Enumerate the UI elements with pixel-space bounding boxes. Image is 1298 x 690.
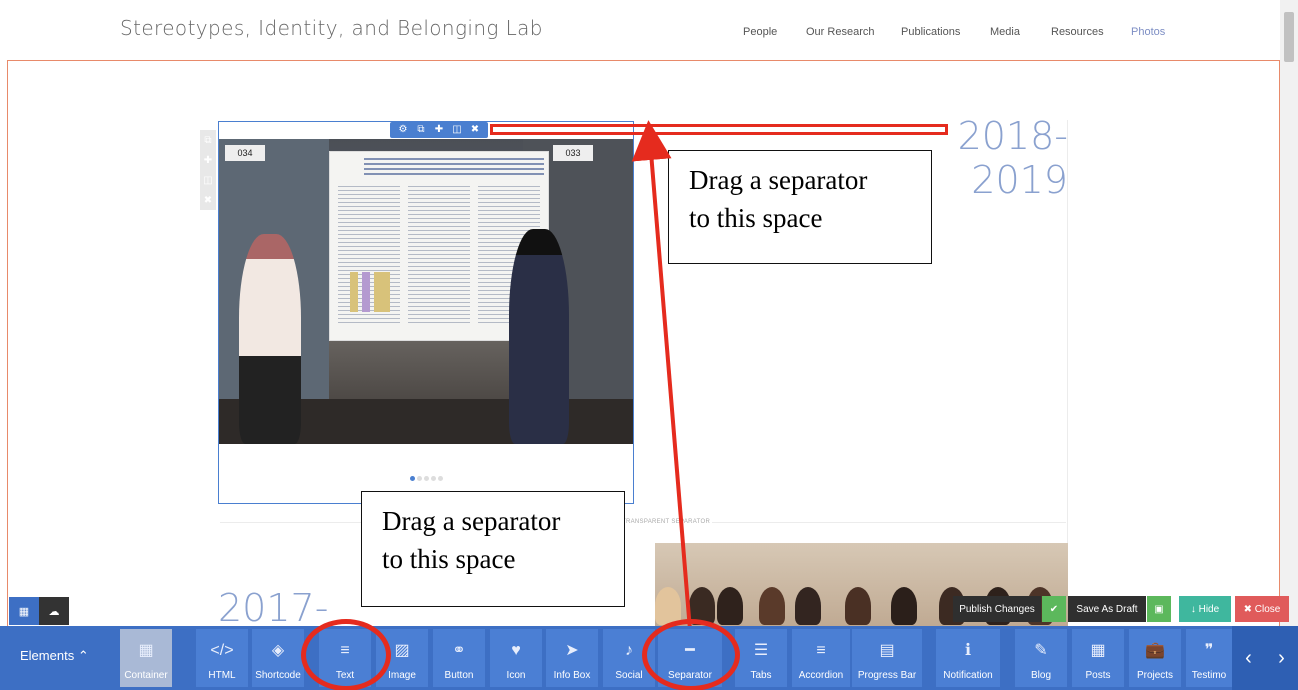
person-left xyxy=(239,234,301,444)
container-side-tools: ⧉ ✚ ◫ ✖ xyxy=(200,130,216,210)
annotation-circle-separator xyxy=(642,619,740,690)
info-icon: ℹ xyxy=(964,642,972,659)
element-accordion[interactable]: ≡ Accordion xyxy=(792,629,850,687)
element-posts[interactable]: ▦ Posts xyxy=(1072,629,1124,687)
container-icon: ▦ xyxy=(138,642,154,659)
page-scrollbar[interactable] xyxy=(1280,0,1298,690)
poster-session-photo: 034 033 xyxy=(219,139,633,444)
separator-label: TRANSPARENT SEPARATOR xyxy=(620,519,713,525)
shortcode-icon: ◈ xyxy=(271,642,285,659)
slider-dot-5[interactable] xyxy=(437,476,443,481)
close-icon: ✖ xyxy=(1243,603,1255,615)
move-icon[interactable]: ✚ xyxy=(204,155,212,166)
grid-icon[interactable]: ▦ xyxy=(9,597,39,625)
element-toolbar: ⚙ ⧉ ✚ ◫ ✖ xyxy=(390,122,488,138)
gear-icon[interactable]: ⚙ xyxy=(397,122,409,138)
callout-line-2: to this space xyxy=(382,544,516,574)
chevron-right-icon[interactable]: › xyxy=(1278,647,1285,670)
editor-corner-tabs: ▦ ☁ xyxy=(9,597,69,625)
hide-button[interactable]: ↓ Hide xyxy=(1179,596,1231,622)
element-info-box[interactable]: ➤ Info Box xyxy=(546,629,598,687)
element-blog[interactable]: ✎ Blog xyxy=(1015,629,1067,687)
annotation-callout-top: Drag a separator to this space xyxy=(668,150,932,264)
element-html[interactable]: </> HTML xyxy=(196,629,248,687)
element-container[interactable]: ▦ Container xyxy=(120,629,172,687)
year-heading-2018: 2018- 2019 xyxy=(950,114,1068,202)
slider-dot-2[interactable] xyxy=(416,476,422,481)
chevron-up-icon: ⌃ xyxy=(77,648,89,663)
nav-photos[interactable]: Photos xyxy=(1131,26,1165,38)
save-as-draft-button[interactable]: Save As Draft xyxy=(1068,596,1146,622)
nav-media[interactable]: Media xyxy=(990,26,1020,38)
heart-icon: ♥ xyxy=(511,642,521,659)
callout-line-1: Drag a separator xyxy=(689,165,868,195)
booth-number-left: 034 xyxy=(225,145,265,161)
columns-icon[interactable]: ◫ xyxy=(451,122,463,138)
hide-label: Hide xyxy=(1198,603,1220,615)
posts-icon: ▦ xyxy=(1090,642,1106,659)
close-label: Close xyxy=(1254,603,1281,615)
copy-icon[interactable]: ⧉ xyxy=(415,122,427,138)
element-testimonials[interactable]: ❞ Testimo xyxy=(1186,629,1232,687)
move-icon[interactable]: ✚ xyxy=(433,122,445,138)
element-notification[interactable]: ℹ Notification xyxy=(936,629,1000,687)
nav-publications[interactable]: Publications xyxy=(901,26,960,38)
separator-drop-target xyxy=(490,124,948,135)
progress-bar-icon: ▤ xyxy=(879,642,895,659)
callout-line-2: to this space xyxy=(689,203,823,233)
scrollbar-thumb[interactable] xyxy=(1284,12,1294,62)
close-button[interactable]: ✖ Close xyxy=(1235,596,1289,622)
annotation-callout-bottom: Drag a separator to this space xyxy=(361,491,625,607)
element-shortcode[interactable]: ◈ Shortcode xyxy=(252,629,304,687)
elements-toggle[interactable]: Elements ⌃ xyxy=(20,648,89,664)
save-icon[interactable]: ▣ xyxy=(1147,596,1171,622)
element-button[interactable]: ⚭ Button xyxy=(433,629,485,687)
person-right xyxy=(509,229,569,444)
slider-dot-4[interactable] xyxy=(430,476,436,481)
slider-dot-3[interactable] xyxy=(423,476,429,481)
element-icon[interactable]: ♥ Icon xyxy=(490,629,542,687)
cloud-icon[interactable]: ☁ xyxy=(39,597,69,625)
element-progress-bar[interactable]: ▤ Progress Bar xyxy=(852,629,922,687)
element-tabs[interactable]: ☰ Tabs xyxy=(735,629,787,687)
year-line-2: 2019 xyxy=(971,158,1068,202)
annotation-circle-text xyxy=(301,619,391,690)
callout-line-1: Drag a separator xyxy=(382,506,561,536)
delete-icon[interactable]: ✖ xyxy=(204,195,212,206)
booth-number-right: 033 xyxy=(553,145,593,161)
slider-dots xyxy=(219,474,633,483)
elements-label: Elements xyxy=(20,648,75,663)
pencil-icon: ✎ xyxy=(1034,642,1048,659)
columns-icon[interactable]: ◫ xyxy=(203,175,212,186)
tabs-icon: ☰ xyxy=(753,642,769,659)
close-icon[interactable]: ✖ xyxy=(469,122,481,138)
image-icon: ▨ xyxy=(394,642,410,659)
year-line-1: 2018- xyxy=(957,114,1068,158)
check-icon[interactable]: ✔ xyxy=(1042,596,1066,622)
cursor-icon: ➤ xyxy=(565,642,579,659)
accordion-icon: ≡ xyxy=(816,642,826,659)
code-icon: </> xyxy=(210,642,234,659)
image-slider[interactable]: 034 033 xyxy=(218,121,634,504)
element-projects[interactable]: 💼 Projects xyxy=(1129,629,1181,687)
publish-changes-button[interactable]: Publish Changes xyxy=(953,596,1041,622)
elements-scroll-arrows: ‹ › xyxy=(1232,626,1298,690)
arrow-down-icon: ↓ xyxy=(1190,603,1199,615)
quote-icon: ❞ xyxy=(1204,642,1214,659)
nav-people[interactable]: People xyxy=(743,26,777,38)
page-root: { "site": { "title": "Stereotypes, Ident… xyxy=(0,0,1298,690)
nav-resources[interactable]: Resources xyxy=(1051,26,1104,38)
copy-icon[interactable]: ⧉ xyxy=(204,135,211,146)
nav-our-research[interactable]: Our Research xyxy=(806,26,874,38)
twitter-icon: ♪ xyxy=(625,642,633,659)
slider-dot-1[interactable] xyxy=(409,476,415,481)
main-nav: People Our Research Publications Media R… xyxy=(0,26,1298,40)
briefcase-icon: 💼 xyxy=(1145,642,1165,659)
chevron-left-icon[interactable]: ‹ xyxy=(1245,647,1252,670)
link-icon: ⚭ xyxy=(452,642,466,659)
